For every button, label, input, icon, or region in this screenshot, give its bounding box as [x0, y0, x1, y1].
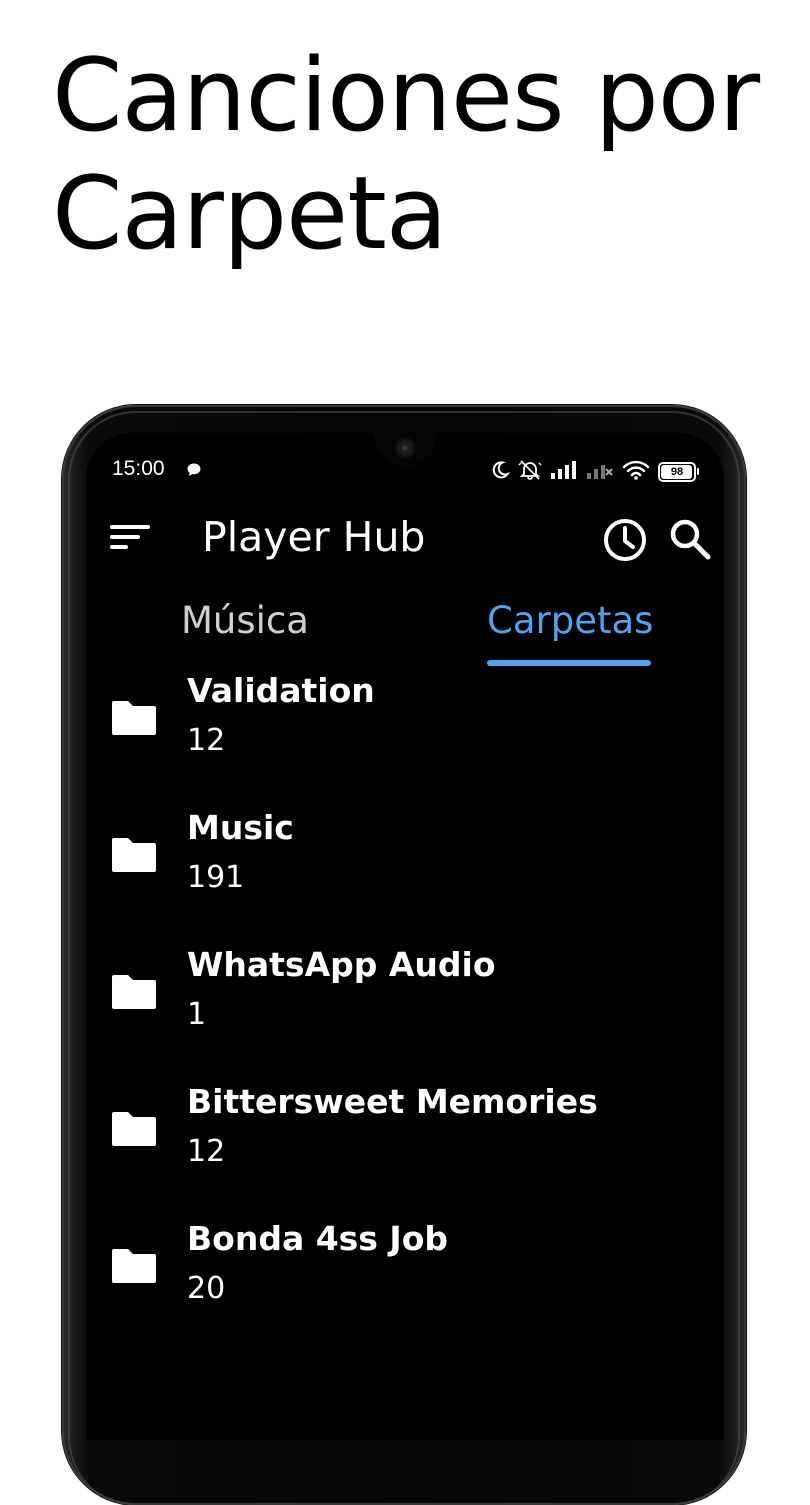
- folder-icon: [112, 975, 156, 1009]
- folder-icon: [112, 701, 156, 735]
- folder-icon: [112, 1112, 156, 1146]
- list-item[interactable]: Music 191: [86, 808, 724, 945]
- search-icon: [670, 519, 711, 560]
- folder-name: Music: [187, 808, 294, 847]
- headline-line-2: Carpeta: [52, 154, 448, 272]
- list-item[interactable]: Bonda 4ss Job 20: [86, 1219, 724, 1356]
- folder-name: Bittersweet Memories: [187, 1082, 598, 1121]
- menu-icon: [110, 525, 150, 549]
- folder-list: Validation 12 Music 191 WhatsApp Audio 1…: [86, 671, 724, 1356]
- tab-folders[interactable]: Carpetas: [487, 599, 653, 642]
- folder-song-count: 20: [187, 1271, 226, 1306]
- battery-icon: 98: [658, 462, 699, 482]
- history-button[interactable]: [602, 517, 648, 567]
- list-item[interactable]: Bittersweet Memories 12: [86, 1082, 724, 1219]
- tab-music[interactable]: Música: [181, 599, 309, 642]
- folder-song-count: 12: [187, 723, 226, 758]
- folder-name: WhatsApp Audio: [187, 945, 496, 984]
- folder-name: Bonda 4ss Job: [187, 1219, 449, 1258]
- history-icon: [604, 519, 646, 561]
- wifi-icon: [622, 460, 650, 484]
- folder-song-count: 1: [187, 997, 207, 1032]
- tab-selected-indicator: [487, 660, 651, 666]
- signal-no-service-icon: [586, 461, 614, 483]
- search-button[interactable]: [668, 517, 712, 565]
- list-item[interactable]: Validation 12: [86, 671, 724, 808]
- moon-icon: [490, 460, 511, 484]
- headline-line-1: Canciones por: [52, 36, 760, 154]
- app-title: Player Hub: [202, 513, 426, 561]
- signal-icon: [550, 461, 578, 483]
- promo-headline: Canciones por Carpeta: [52, 36, 760, 272]
- folder-icon: [112, 838, 156, 872]
- folder-icon: [112, 1249, 156, 1283]
- battery-level: 98: [670, 466, 684, 478]
- menu-button[interactable]: [108, 523, 152, 553]
- folder-song-count: 12: [187, 1134, 226, 1169]
- list-item[interactable]: WhatsApp Audio 1: [86, 945, 724, 1082]
- front-camera: [397, 440, 413, 456]
- status-icons: 98: [490, 459, 699, 485]
- folder-name: Validation: [187, 671, 375, 710]
- status-time: 15:00: [112, 457, 165, 480]
- chat-bubble-icon: [186, 462, 202, 482]
- folder-song-count: 191: [187, 860, 245, 895]
- bell-off-icon: [518, 459, 542, 485]
- phone-screen: 15:00 98 Player Hub Música Carpetas Vali…: [86, 433, 724, 1440]
